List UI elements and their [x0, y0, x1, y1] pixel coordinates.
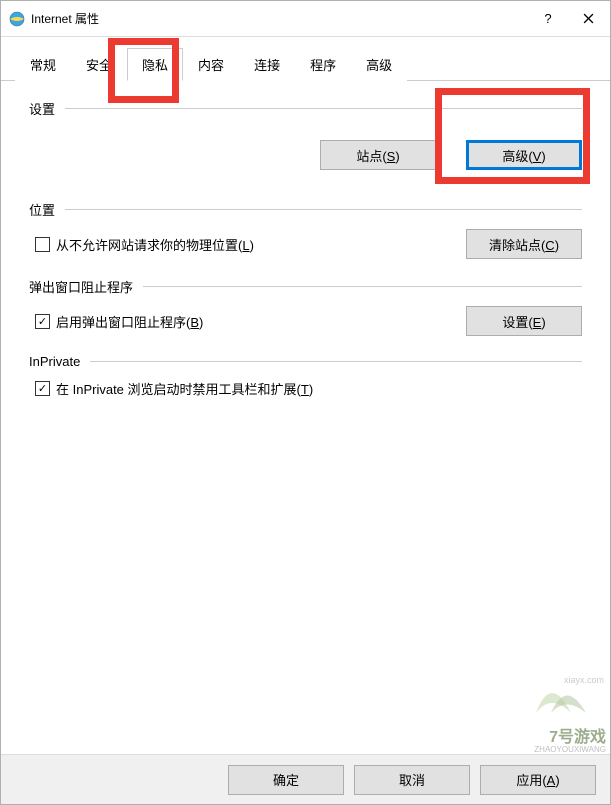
- titlebar: Internet 属性 ?: [1, 1, 610, 37]
- inprivate-checkbox[interactable]: [35, 381, 50, 396]
- section-header-inprivate: InPrivate: [29, 354, 582, 369]
- tab-content[interactable]: 内容: [183, 48, 239, 81]
- tab-content-privacy: 设置 站点(S) 高级(V) 位置 从不允许网站请求你的物理位置(L) 清除站点…: [1, 81, 610, 754]
- button-label: 高级(V): [502, 149, 545, 164]
- tab-security[interactable]: 安全: [71, 48, 127, 81]
- apply-button[interactable]: 应用(A): [480, 765, 596, 795]
- tab-strip: 常规 安全 隐私 内容 连接 程序 高级: [1, 37, 610, 81]
- location-row: 从不允许网站请求你的物理位置(L) 清除站点(C): [35, 229, 582, 259]
- tab-programs[interactable]: 程序: [295, 48, 351, 81]
- location-checkbox[interactable]: [35, 237, 50, 252]
- tab-connections[interactable]: 连接: [239, 48, 295, 81]
- section-label-popup: 弹出窗口阻止程序: [29, 277, 133, 296]
- clear-sites-button[interactable]: 清除站点(C): [466, 229, 582, 259]
- section-label-location: 位置: [29, 200, 55, 219]
- section-header-settings: 设置: [29, 99, 582, 118]
- sites-button[interactable]: 站点(S): [320, 140, 436, 170]
- button-label: 应用(A): [516, 773, 559, 788]
- tab-privacy[interactable]: 隐私: [127, 48, 183, 81]
- section-header-popup: 弹出窗口阻止程序: [29, 277, 582, 296]
- location-checkbox-label: 从不允许网站请求你的物理位置(L): [56, 235, 254, 254]
- help-button[interactable]: ?: [528, 2, 568, 36]
- titlebar-controls: ?: [528, 2, 608, 36]
- tab-general[interactable]: 常规: [15, 48, 71, 81]
- divider: [143, 286, 582, 287]
- divider: [90, 361, 582, 362]
- divider: [65, 108, 582, 109]
- settings-button-row: 站点(S) 高级(V): [29, 140, 582, 170]
- popup-row: 启用弹出窗口阻止程序(B) 设置(E): [35, 306, 582, 336]
- button-label: 设置(E): [502, 315, 545, 330]
- popup-settings-button[interactable]: 设置(E): [466, 306, 582, 336]
- popup-blocker-checkbox[interactable]: [35, 314, 50, 329]
- window-title: Internet 属性: [31, 10, 528, 27]
- close-button[interactable]: [568, 2, 608, 36]
- button-label: 清除站点(C): [489, 238, 559, 253]
- cancel-button[interactable]: 取消: [354, 765, 470, 795]
- tab-advanced[interactable]: 高级: [351, 48, 407, 81]
- section-label-inprivate: InPrivate: [29, 354, 80, 369]
- ie-globe-icon: [9, 11, 25, 27]
- internet-properties-window: Internet 属性 ? 常规 安全 隐私 内容 连接 程序 高级 设置 站点…: [0, 0, 611, 805]
- dialog-footer: 确定 取消 应用(A): [1, 754, 610, 804]
- popup-blocker-label: 启用弹出窗口阻止程序(B): [56, 312, 203, 331]
- button-label: 站点(S): [356, 149, 399, 164]
- inprivate-row: 在 InPrivate 浏览启动时禁用工具栏和扩展(T): [35, 379, 582, 398]
- inprivate-checkbox-label: 在 InPrivate 浏览启动时禁用工具栏和扩展(T): [56, 379, 313, 398]
- ok-button[interactable]: 确定: [228, 765, 344, 795]
- section-header-location: 位置: [29, 200, 582, 219]
- advanced-button[interactable]: 高级(V): [466, 140, 582, 170]
- section-label-settings: 设置: [29, 99, 55, 118]
- divider: [65, 209, 582, 210]
